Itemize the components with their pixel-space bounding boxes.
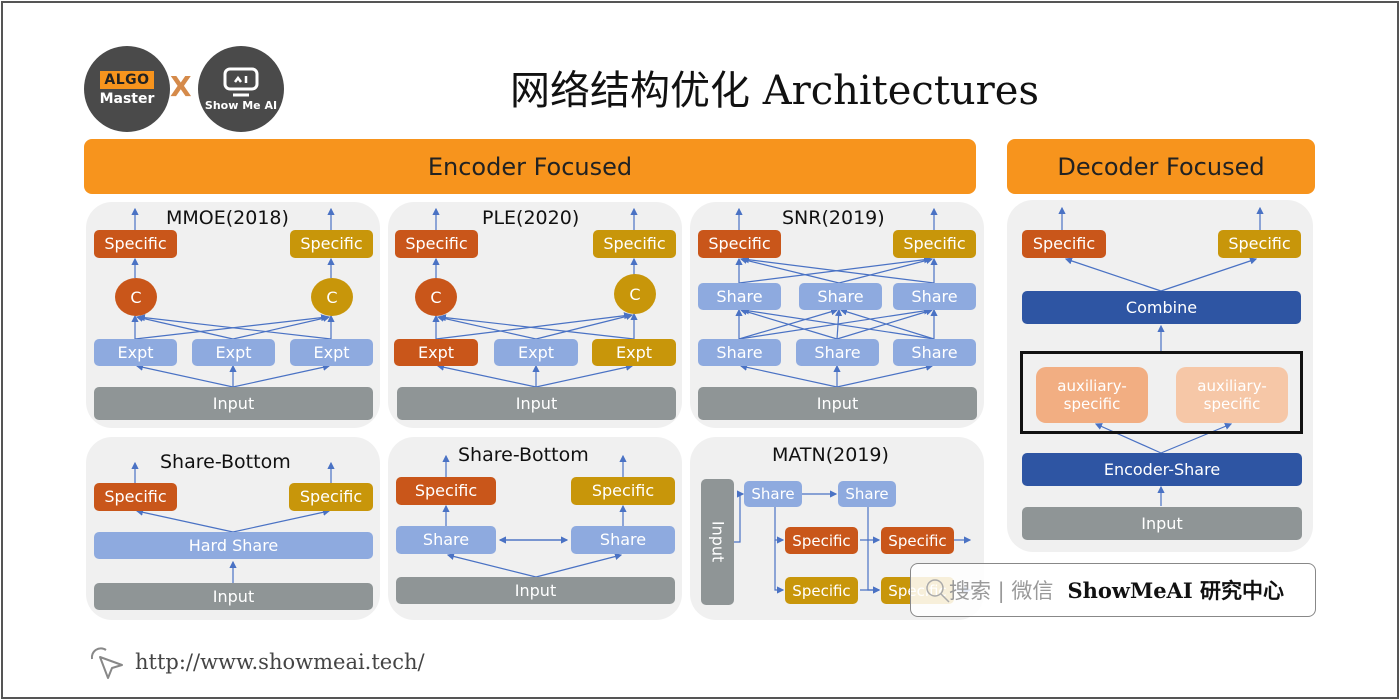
decoder-specific-task1: Specific <box>1022 230 1106 258</box>
website-link[interactable]: http://www.showmeai.tech/ <box>135 650 425 674</box>
matn-title: MATN(2019) <box>772 444 889 466</box>
matn-specific-task2-a: Specific <box>785 577 858 604</box>
ple-expert-shared: Expt <box>494 339 578 366</box>
auxiliary-specific-2: auxiliary-specific <box>1176 367 1288 423</box>
mmoe-expert-2: Expt <box>192 339 275 366</box>
matn-input: Input <box>701 479 734 605</box>
wechat-search-watermark: 搜索 | 微信 ShowMeAI 研究中心 <box>910 563 1316 617</box>
sb-hard-share: Hard Share <box>94 532 373 559</box>
ple-expert-task1: Expt <box>394 339 478 366</box>
ple-gate-1: C <box>415 278 457 316</box>
mmoe-expert-3: Expt <box>290 339 373 366</box>
sb-share-2: Share <box>571 526 675 554</box>
mmoe-expert-1: Expt <box>94 339 177 366</box>
decoder-input: Input <box>1022 507 1302 540</box>
mmoe-specific-task1: Specific <box>94 230 177 258</box>
mmoe-specific-task2: Specific <box>290 230 373 258</box>
ple-expert-task2: Expt <box>592 339 676 366</box>
sb-input: Input <box>396 577 675 604</box>
mmoe-input: Input <box>94 387 373 420</box>
mmoe-gate-1: C <box>115 278 157 316</box>
snr-share-lower-1: Share <box>698 339 781 366</box>
matn-input-label: Input <box>708 521 728 563</box>
snr-share-upper-3: Share <box>893 283 976 310</box>
algo-master-logo: ALGO Master <box>84 46 170 132</box>
snr-input: Input <box>698 387 977 420</box>
decoder-encoder-share: Encoder-Share <box>1022 453 1302 486</box>
sb-hard-input: Input <box>94 583 373 610</box>
share-bottom-hard-title: Share-Bottom <box>160 451 291 473</box>
snr-title: SNR(2019) <box>782 207 885 229</box>
ple-title: PLE(2020) <box>482 207 580 229</box>
decoder-combine: Combine <box>1022 291 1301 324</box>
sb-share-1: Share <box>396 526 496 554</box>
watermark-brand: ShowMeAI 研究中心 <box>1067 578 1284 603</box>
master-label: Master <box>99 91 155 107</box>
decoder-focused-header: Decoder Focused <box>1007 139 1315 194</box>
snr-share-lower-3: Share <box>893 339 976 366</box>
snr-specific-task1: Specific <box>698 230 781 258</box>
matn-share-2: Share <box>838 481 896 507</box>
snr-share-upper-1: Share <box>698 283 781 310</box>
matn-specific-task1-a: Specific <box>785 527 858 554</box>
mmoe-gate-2: C <box>311 278 353 316</box>
ple-specific-task1: Specific <box>395 230 478 258</box>
snr-share-lower-2: Share <box>796 339 879 366</box>
ple-specific-task2: Specific <box>593 230 676 258</box>
decoder-specific-task2: Specific <box>1218 230 1301 258</box>
monitor-icon <box>223 67 259 96</box>
mmoe-title: MMOE(2018) <box>166 207 289 229</box>
algo-tag: ALGO <box>100 71 154 89</box>
sb-hard-specific-task1: Specific <box>94 483 177 511</box>
cursor-click-icon <box>90 647 123 679</box>
cross-icon: X <box>170 70 192 103</box>
matn-specific-task1-b: Specific <box>881 527 954 554</box>
page-title: 网络结构优化 Architectures <box>510 68 1039 114</box>
watermark-search-text: 搜索 | 微信 <box>949 579 1054 603</box>
share-bottom-title: Share-Bottom <box>458 444 589 466</box>
snr-specific-task2: Specific <box>893 230 976 258</box>
sb-specific-task2: Specific <box>571 477 675 505</box>
encoder-focused-header: Encoder Focused <box>84 139 976 194</box>
sb-specific-task1: Specific <box>396 477 496 505</box>
snr-share-upper-2: Share <box>799 283 882 310</box>
search-icon <box>926 579 950 603</box>
showmeai-logo: Show Me AI <box>198 46 284 132</box>
ple-gate-2: C <box>614 274 656 314</box>
matn-share-1: Share <box>744 481 802 507</box>
ple-input: Input <box>397 387 676 420</box>
auxiliary-specific-1: auxiliary-specific <box>1036 367 1148 423</box>
showmeai-label: Show Me AI <box>204 98 278 112</box>
sb-hard-specific-task2: Specific <box>289 483 373 511</box>
